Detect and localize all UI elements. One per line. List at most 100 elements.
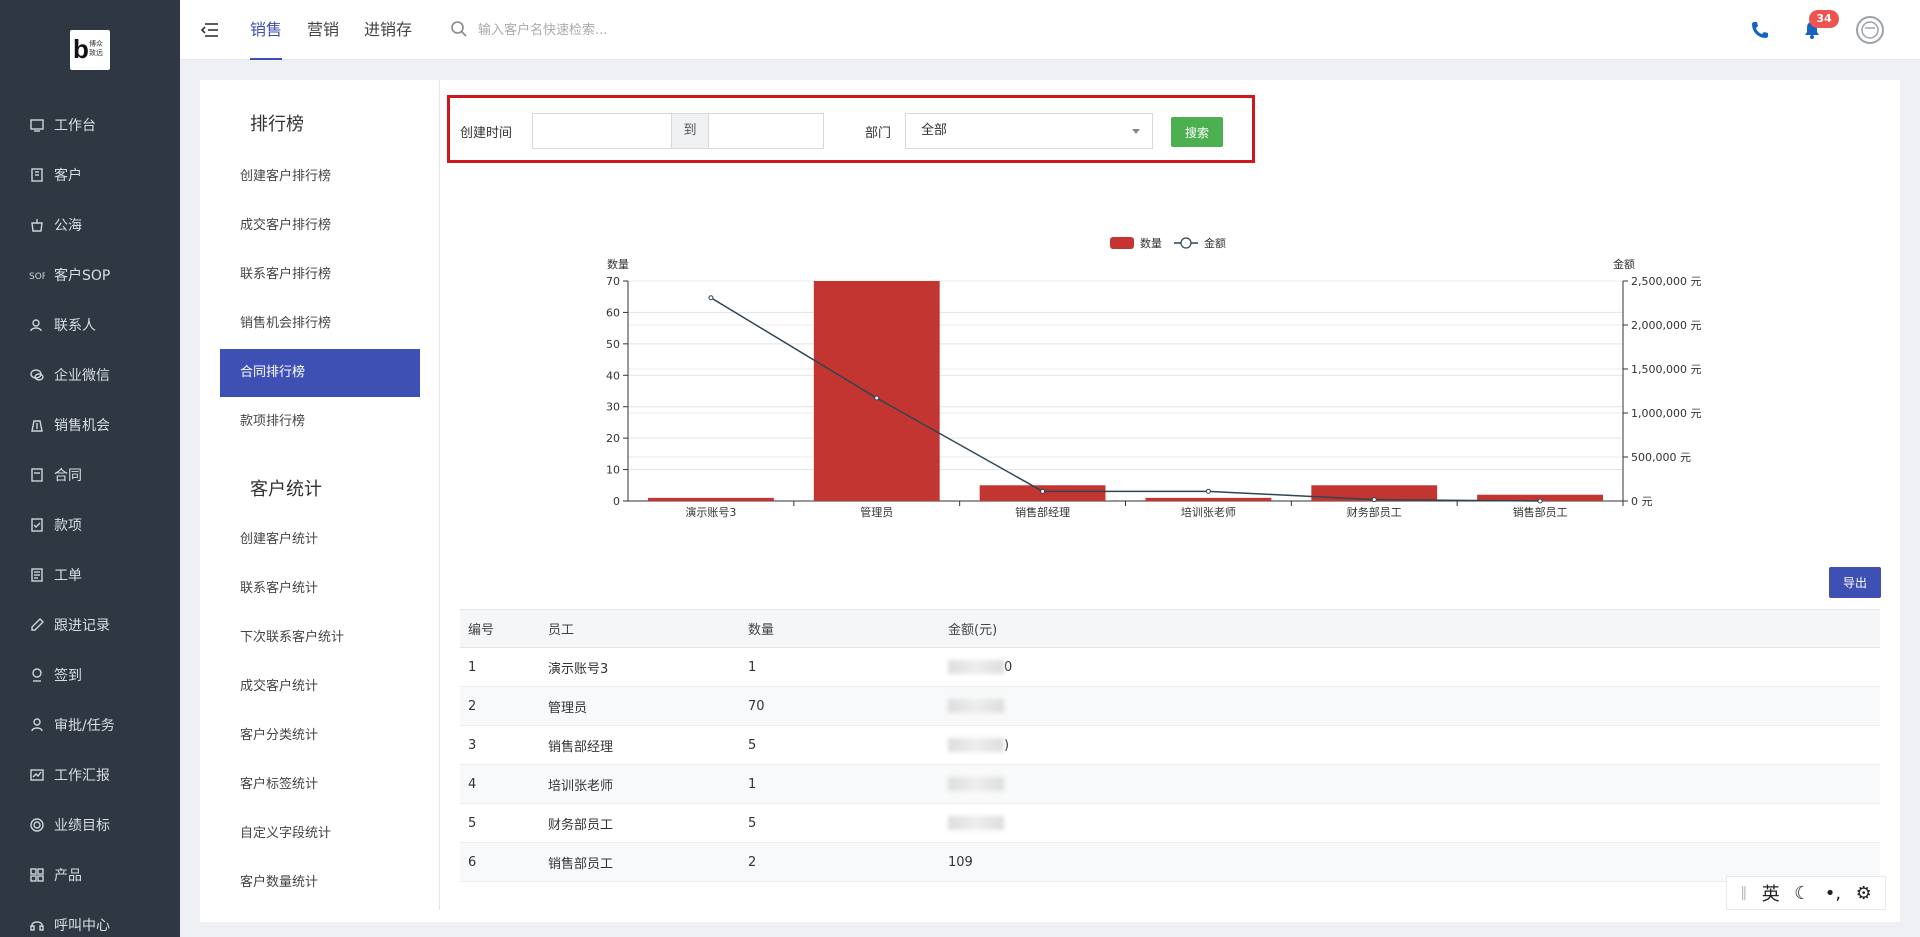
report-menu: 排行榜 创建客户排行榜 成交客户排行榜 联系客户排行榜 销售机会排行榜 合同排行榜 款项排… (200, 80, 440, 910)
tab-inventory[interactable]: 进销存 (364, 0, 412, 60)
left-axis-tick-label: 0 (613, 495, 620, 508)
stats-item-4[interactable]: 客户分类统计 (220, 712, 420, 760)
sidebar-item-2[interactable]: 公海 (0, 205, 180, 245)
stats-item-5[interactable]: 客户标签统计 (220, 761, 420, 809)
legend-marker-amount (1180, 237, 1192, 249)
sidebar: b 博众 致远 工作台客户公海 SOP 客户SOP 联系人企业微信销售机会合同款项工单… (0, 0, 180, 937)
ime-punctuation-toggle[interactable]: •, (1825, 883, 1841, 904)
sidebar-item-label: 工作汇报 (54, 768, 110, 784)
rank-item-4[interactable]: 合同排行榜 (220, 349, 420, 397)
gear-icon[interactable]: ⚙ (1856, 883, 1872, 904)
sidebar-item-7[interactable]: 合同 (0, 455, 180, 495)
search-button[interactable]: 搜索 (1171, 117, 1223, 147)
sidebar-item-14[interactable]: 业绩目标 (0, 805, 180, 845)
search-input[interactable] (478, 16, 778, 44)
top-bar: 销售 营销 进销存 34 (180, 0, 1920, 60)
export-button[interactable]: 导出 (1829, 567, 1881, 598)
rank-item-1[interactable]: 成交客户排行榜 (220, 202, 420, 250)
payment-icon (28, 516, 46, 534)
sidebar-item-9[interactable]: 工单 (0, 555, 180, 595)
grid-icon (28, 866, 46, 884)
left-axis-tick-label: 20 (606, 432, 620, 445)
legend-swatch-count (1110, 237, 1134, 249)
cell-count: 1 (740, 647, 940, 687)
bar-3 (1145, 497, 1272, 501)
tab-sales[interactable]: 销售 (250, 0, 283, 60)
date-range-separator: 到 (671, 113, 709, 149)
blurred-value (948, 738, 1004, 752)
stats-item-1[interactable]: 联系客户统计 (220, 565, 420, 613)
left-axis-tick-label: 60 (606, 306, 620, 319)
sidebar-item-10[interactable]: 跟进记录 (0, 605, 180, 645)
stats-item-2[interactable]: 下次联系客户统计 (220, 614, 420, 662)
cell-count: 70 (740, 686, 940, 726)
menu-collapse-icon[interactable] (200, 20, 220, 40)
sidebar-item-1[interactable]: 客户 (0, 155, 180, 195)
moon-icon[interactable]: ☾ (1794, 883, 1810, 904)
amount-point-3 (1205, 488, 1211, 494)
cell-employee: 管理员 (540, 686, 740, 726)
rank-item-3[interactable]: 销售机会排行榜 (220, 300, 420, 348)
sidebar-item-12[interactable]: 审批/任务 (0, 705, 180, 745)
report-icon (28, 766, 46, 784)
tab-marketing[interactable]: 营销 (307, 0, 339, 60)
end-date-input[interactable] (708, 113, 824, 149)
notification-badge: 34 (1809, 10, 1839, 28)
wechat-icon (28, 366, 46, 384)
sidebar-item-0[interactable]: 工作台 (0, 105, 180, 145)
sidebar-item-label: 工单 (54, 568, 82, 584)
department-label: 部门 (865, 126, 892, 141)
sidebar-item-label: 工作台 (54, 118, 96, 134)
chevron-down-icon (1132, 129, 1140, 134)
rank-item-0[interactable]: 创建客户排行榜 (220, 153, 420, 201)
sidebar-item-8[interactable]: 款项 (0, 505, 180, 545)
filter-bar: 创建时间 到 部门 全部 搜索 (447, 95, 1255, 163)
blurred-value (948, 816, 1004, 830)
rank-section-title: 排行榜 (250, 114, 304, 135)
cell-count: 1 (740, 764, 940, 804)
ticket-icon (28, 566, 46, 584)
sidebar-item-5[interactable]: 企业微信 (0, 355, 180, 395)
user-avatar[interactable] (1856, 16, 1884, 44)
col-header-amount: 金额(元) (940, 609, 1880, 648)
amount-text: ) (1004, 737, 1010, 753)
department-value: 全部 (921, 123, 948, 138)
stats-section-title: 客户统计 (250, 479, 322, 500)
sidebar-item-4[interactable]: 联系人 (0, 305, 180, 345)
sidebar-item-label: 审批/任务 (54, 718, 115, 734)
stats-item-0[interactable]: 创建客户统计 (220, 516, 420, 564)
phone-icon[interactable] (1750, 20, 1770, 40)
sidebar-item-3[interactable]: SOP 客户SOP (0, 255, 180, 295)
table-row: 2 管理员 70 (460, 686, 1880, 726)
content-card: 排行榜 创建客户排行榜 成交客户排行榜 联系客户排行榜 销售机会排行榜 合同排行榜 款项排… (200, 80, 1900, 922)
rank-item-2[interactable]: 联系客户排行榜 (220, 251, 420, 299)
x-axis-tick-label: 销售部员工 (1513, 505, 1568, 519)
ime-language-toggle[interactable]: 英 (1762, 880, 1780, 906)
sidebar-item-15[interactable]: 产品 (0, 855, 180, 895)
search-icon (451, 21, 467, 37)
right-axis-tick-label: 2,500,000 元 (1631, 275, 1701, 288)
department-select[interactable]: 全部 (905, 113, 1153, 149)
stats-item-3[interactable]: 成交客户统计 (220, 663, 420, 711)
start-date-input[interactable] (532, 113, 672, 149)
sidebar-item-label: 联系人 (54, 318, 96, 334)
stats-item-7[interactable]: 客户数量统计 (220, 859, 420, 907)
sidebar-item-6[interactable]: 销售机会 (0, 405, 180, 445)
logo-letter: b (73, 34, 89, 64)
cell-amount (940, 764, 1880, 804)
rank-item-5[interactable]: 款项排行榜 (220, 398, 420, 446)
sidebar-item-11[interactable]: 签到 (0, 655, 180, 695)
stats-item-6[interactable]: 自定义字段统计 (220, 810, 420, 858)
left-axis-tick-label: 70 (606, 275, 620, 288)
sidebar-item-13[interactable]: 工作汇报 (0, 755, 180, 795)
ime-drag-handle[interactable]: ‖ (1740, 885, 1747, 901)
blurred-value (948, 777, 1004, 791)
approval-icon (28, 716, 46, 734)
col-header-count: 数量 (740, 609, 940, 648)
cell-count: 5 (740, 725, 940, 765)
sidebar-item-label: 业绩目标 (54, 818, 110, 834)
brand-logo[interactable]: b 博众 致远 (70, 30, 110, 70)
sidebar-item-label: 企业微信 (54, 368, 110, 384)
blurred-value (948, 660, 1004, 674)
sidebar-item-16[interactable]: 呼叫中心 (0, 905, 180, 937)
